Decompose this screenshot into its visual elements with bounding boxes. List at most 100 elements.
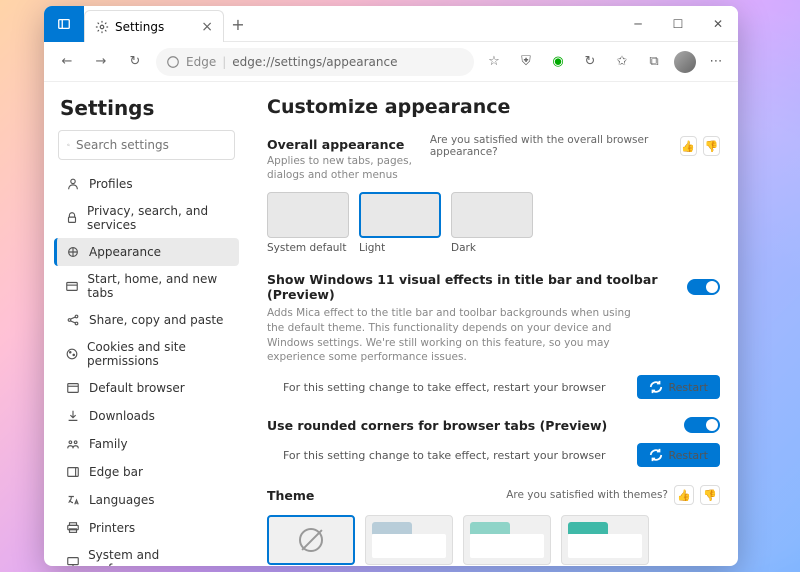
theme-card[interactable]: Morning fog bbox=[365, 515, 453, 566]
sidebar-item-tabs[interactable]: Start, home, and new tabs bbox=[54, 266, 239, 306]
refresh-icon bbox=[649, 380, 663, 394]
sidebar-item-lang[interactable]: Languages bbox=[54, 486, 239, 514]
section-title: Theme bbox=[267, 488, 314, 503]
setting-description: Adds Mica effect to the title bar and to… bbox=[267, 306, 647, 365]
main-panel: Customize appearance Overall appearance … bbox=[249, 82, 738, 566]
sidebar-item-browser[interactable]: Default browser bbox=[54, 374, 239, 402]
appearance-option-sysdef[interactable]: System default bbox=[267, 192, 349, 254]
family-icon bbox=[65, 436, 81, 452]
theme-card[interactable]: Default bbox=[267, 515, 355, 566]
close-button[interactable]: ✕ bbox=[698, 6, 738, 42]
sidebar-item-family[interactable]: Family bbox=[54, 430, 239, 458]
sidebar-item-label: Family bbox=[89, 437, 128, 451]
refresh-icon bbox=[649, 448, 663, 462]
thumbs-down-button[interactable]: 👎 bbox=[703, 136, 720, 156]
option-label: System default bbox=[267, 242, 349, 254]
content: Settings Profiles Privacy, search, and se… bbox=[44, 82, 738, 566]
restart-button[interactable]: Restart bbox=[637, 375, 720, 399]
sidebar-item-label: System and performance bbox=[88, 548, 231, 566]
overall-appearance-section: Overall appearance Applies to new tabs, … bbox=[267, 134, 720, 254]
rounded-corners-section: Use rounded corners for browser tabs (Pr… bbox=[267, 417, 720, 467]
sidebar-item-label: Default browser bbox=[89, 381, 185, 395]
sidebar-item-cookie[interactable]: Cookies and site permissions bbox=[54, 334, 239, 374]
section-subtitle: Applies to new tabs, pages, dialogs and … bbox=[267, 155, 420, 182]
refresh-button[interactable]: ↻ bbox=[122, 49, 148, 75]
lang-icon bbox=[65, 492, 81, 508]
search-input-wrap[interactable] bbox=[58, 130, 235, 160]
url-input[interactable]: Edge | edge://settings/appearance bbox=[156, 48, 474, 76]
sidebar-item-label: Printers bbox=[89, 521, 135, 535]
browser-icon bbox=[65, 380, 81, 396]
visual-fx-toggle[interactable] bbox=[687, 279, 720, 295]
thumbs-up-button[interactable]: 👍 bbox=[674, 485, 694, 505]
sidebar-title: Settings bbox=[60, 96, 233, 120]
tab-title: Settings bbox=[115, 20, 164, 34]
rounded-toggle[interactable] bbox=[684, 417, 720, 433]
restart-message: For this setting change to take effect, … bbox=[283, 381, 606, 394]
sidebar-item-label: Appearance bbox=[89, 245, 161, 259]
sidebar-item-label: Edge bar bbox=[89, 465, 143, 479]
sidebar-item-lock[interactable]: Privacy, search, and services bbox=[54, 198, 239, 238]
sync-icon[interactable]: ↻ bbox=[578, 50, 602, 74]
sidebar-item-label: Profiles bbox=[89, 177, 133, 191]
menu-icon[interactable]: ⋯ bbox=[704, 50, 728, 74]
maximize-button[interactable]: ☐ bbox=[658, 6, 698, 42]
setting-label: Show Windows 11 visual effects in title … bbox=[267, 272, 687, 302]
sidebar-item-share[interactable]: Share, copy and paste bbox=[54, 306, 239, 334]
feedback-prompt: Are you satisfied with the overall brows… bbox=[430, 134, 720, 158]
appearance-icon bbox=[65, 244, 81, 260]
shield-icon[interactable]: ⛨ bbox=[514, 50, 538, 74]
url-text: edge://settings/appearance bbox=[232, 55, 397, 69]
browser-window: Settings × + ─ ☐ ✕ ← → ↻ Edge | edge://s… bbox=[44, 6, 738, 566]
section-title: Overall appearance bbox=[267, 137, 404, 152]
forward-button[interactable]: → bbox=[88, 49, 114, 75]
appearance-option-dark[interactable]: Dark bbox=[451, 192, 533, 254]
search-icon bbox=[67, 138, 70, 152]
collections-icon[interactable]: ⧉ bbox=[642, 50, 666, 74]
sidebar-item-system[interactable]: System and performance bbox=[54, 542, 239, 566]
address-bar: ← → ↻ Edge | edge://settings/appearance … bbox=[44, 42, 738, 82]
sidebar-item-download[interactable]: Downloads bbox=[54, 402, 239, 430]
system-icon bbox=[65, 554, 80, 566]
printer-icon bbox=[65, 520, 81, 536]
theme-card[interactable]: Island getaway bbox=[561, 515, 649, 566]
share-icon bbox=[65, 312, 81, 328]
theme-card[interactable]: Icy mint bbox=[463, 515, 551, 566]
search-input[interactable] bbox=[76, 138, 226, 152]
close-tab-icon[interactable]: × bbox=[201, 19, 213, 35]
favorite-icon[interactable]: ☆ bbox=[482, 50, 506, 74]
appearance-option-light[interactable]: Light bbox=[359, 192, 441, 254]
titlebar: Settings × + ─ ☐ ✕ bbox=[44, 6, 738, 42]
tab-actions-button[interactable] bbox=[44, 6, 84, 42]
sidebar-item-label: Cookies and site permissions bbox=[87, 340, 231, 368]
profile-avatar[interactable] bbox=[674, 51, 696, 73]
sidebar-item-label: Start, home, and new tabs bbox=[87, 272, 231, 300]
back-button[interactable]: ← bbox=[54, 49, 80, 75]
thumbs-down-button[interactable]: 👎 bbox=[700, 485, 720, 505]
url-prefix: Edge bbox=[186, 55, 216, 69]
sidebar-item-profile[interactable]: Profiles bbox=[54, 170, 239, 198]
minimize-button[interactable]: ─ bbox=[618, 6, 658, 42]
sidebar-item-printer[interactable]: Printers bbox=[54, 514, 239, 542]
sidebar-item-label: Share, copy and paste bbox=[89, 313, 223, 327]
restart-button[interactable]: Restart bbox=[637, 443, 720, 467]
cookie-icon bbox=[65, 346, 79, 362]
theme-section: Theme Are you satisfied with themes? 👍 👎… bbox=[267, 485, 720, 566]
feedback-prompt: Are you satisfied with themes? 👍 👎 bbox=[506, 485, 720, 505]
sidebar-item-edgebar[interactable]: Edge bar bbox=[54, 458, 239, 486]
appearance-options: System default LightDark bbox=[267, 192, 720, 254]
page-title: Customize appearance bbox=[267, 96, 720, 118]
tabs-icon bbox=[65, 278, 79, 294]
sidebar-item-appearance[interactable]: Appearance bbox=[54, 238, 239, 266]
sidebar-item-label: Languages bbox=[89, 493, 154, 507]
download-icon bbox=[65, 408, 81, 424]
gear-icon bbox=[95, 20, 109, 34]
new-tab-button[interactable]: + bbox=[224, 10, 252, 38]
favorites-icon[interactable]: ✩ bbox=[610, 50, 634, 74]
lock-icon bbox=[65, 210, 79, 226]
theme-options: DefaultMorning fogIcy mintIsland getaway bbox=[267, 515, 720, 566]
browser-tab[interactable]: Settings × bbox=[84, 10, 224, 42]
thumbs-up-button[interactable]: 👍 bbox=[680, 136, 697, 156]
visual-effects-section: Show Windows 11 visual effects in title … bbox=[267, 272, 720, 399]
extension-icon[interactable]: ◉ bbox=[546, 50, 570, 74]
